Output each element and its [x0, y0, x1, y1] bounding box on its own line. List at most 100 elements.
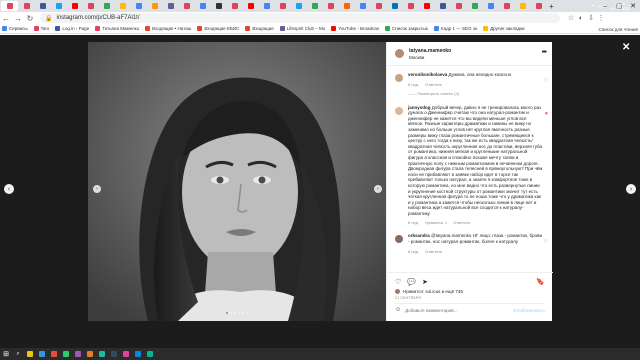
avatar[interactable]	[395, 49, 404, 58]
browser-tab[interactable]	[291, 1, 306, 11]
browser-tab[interactable]	[179, 1, 194, 11]
taskbar-app-icon[interactable]	[24, 348, 36, 360]
bookmark-item[interactable]: Татьяна Мамелко	[95, 26, 139, 31]
comment-username[interactable]: orksandra	[408, 233, 430, 238]
likes-summary[interactable]: Нравится: sol.icus и ещё 745	[395, 289, 545, 294]
taskbar-app-icon[interactable]	[120, 348, 132, 360]
post-location[interactable]: Москва	[409, 55, 451, 60]
browser-tab[interactable]	[451, 1, 466, 11]
back-button[interactable]: ←	[0, 12, 12, 24]
likes-text[interactable]: Нравится: sol.icus и ещё 745	[403, 289, 463, 294]
browser-tab[interactable]	[1, 1, 18, 11]
menu-icon[interactable]: ⋮	[596, 13, 606, 23]
browser-tab[interactable]	[387, 1, 402, 11]
reply-button[interactable]: Ответить	[425, 82, 442, 87]
comment-time[interactable]: 8 нед.	[408, 220, 419, 225]
browser-tab[interactable]	[131, 1, 146, 11]
bookmark-item[interactable]: Taro	[33, 26, 49, 31]
like-icon[interactable]: ♡	[395, 278, 401, 286]
browser-tab[interactable]	[99, 1, 114, 11]
avatar[interactable]	[395, 106, 403, 115]
bookmark-item[interactable]: Список закрытых	[385, 26, 428, 31]
browser-tab[interactable]	[211, 1, 226, 11]
heart-icon[interactable]: ♡	[544, 78, 548, 84]
browser-tab[interactable]	[515, 1, 530, 11]
star-icon[interactable]: ☆	[566, 13, 576, 23]
browser-tab[interactable]	[483, 1, 498, 11]
browser-tab[interactable]	[51, 1, 66, 11]
browser-tab[interactable]	[35, 1, 50, 11]
heart-icon[interactable]: ♥	[545, 111, 548, 117]
browser-tab[interactable]	[115, 1, 130, 11]
browser-tab[interactable]	[163, 1, 178, 11]
search-icon[interactable]: ⌕	[12, 351, 24, 358]
taskbar-app-icon[interactable]	[84, 348, 96, 360]
heart-icon[interactable]: ♡	[544, 239, 548, 245]
browser-tab[interactable]	[67, 1, 82, 11]
photo-next-button[interactable]: ›	[374, 185, 382, 193]
comment-username[interactable]: veronikonikolaeva	[408, 72, 447, 77]
comment-input[interactable]	[405, 307, 513, 313]
taskbar-app-icon[interactable]	[36, 348, 48, 360]
browser-tab[interactable]	[339, 1, 354, 11]
taskbar-app-icon[interactable]	[48, 348, 60, 360]
bookmark-item[interactable]: Входящие	[245, 26, 274, 31]
bookmark-item[interactable]: Входящие ЕБИС	[197, 26, 239, 31]
new-tab-button[interactable]: +	[549, 2, 554, 11]
download-icon[interactable]: ⇩	[586, 13, 596, 23]
emoji-icon[interactable]: ☺	[395, 307, 401, 313]
browser-tab[interactable]	[531, 1, 546, 11]
browser-tab[interactable]	[435, 1, 450, 11]
browser-tab[interactable]	[355, 1, 370, 11]
browser-tab[interactable]	[371, 1, 386, 11]
comment-username[interactable]: jannysdog	[408, 105, 431, 110]
browser-tab[interactable]	[419, 1, 434, 11]
bookmark-icon[interactable]: 🔖	[536, 278, 545, 286]
reply-button[interactable]: Ответить	[425, 249, 442, 254]
volume-icon[interactable]: ◖	[591, 3, 594, 9]
bookmark-item[interactable]: Сервисы	[2, 26, 28, 31]
browser-tab[interactable]	[259, 1, 274, 11]
browser-tab[interactable]	[195, 1, 210, 11]
bookmark-item[interactable]: Log in › Page	[55, 26, 89, 31]
browser-tab[interactable]	[83, 1, 98, 11]
publish-button[interactable]: Опубликовать	[513, 308, 545, 313]
close-icon[interactable]: ✕	[622, 42, 630, 53]
next-post-button[interactable]: ›	[626, 184, 636, 194]
browser-tab[interactable]	[403, 1, 418, 11]
post-username[interactable]: tatyana.mamenko	[409, 48, 451, 54]
browser-tab[interactable]	[307, 1, 322, 11]
reply-button[interactable]: Ответить	[453, 220, 470, 225]
bookmark-item[interactable]: Другие закладки	[483, 26, 525, 31]
reading-list-button[interactable]: Список для чтения	[599, 24, 638, 33]
network-icon[interactable]: ◔	[584, 3, 587, 9]
view-replies-button[interactable]: —— Посмотреть ответы (4)	[408, 91, 543, 96]
browser-tab[interactable]	[19, 1, 34, 11]
comment-icon[interactable]: 💬	[407, 278, 416, 286]
prev-post-button[interactable]: ‹	[4, 184, 14, 194]
bookmark-item[interactable]: Кадр 1 — SEO эк	[434, 26, 477, 31]
clock[interactable]: 21:26 09.11.2021	[610, 1, 630, 11]
browser-tab[interactable]	[467, 1, 482, 11]
comment-time[interactable]: 8 нед.	[408, 249, 419, 254]
extension-icon[interactable]: ◐	[576, 13, 586, 23]
language-indicator[interactable]: РУС	[598, 4, 606, 9]
comment-time[interactable]: 8 нед.	[408, 82, 419, 87]
taskbar-app-icon[interactable]	[72, 348, 84, 360]
browser-tab[interactable]	[323, 1, 338, 11]
comment-likes[interactable]: Нравится: 1	[425, 220, 447, 225]
avatar[interactable]	[395, 235, 403, 244]
forward-button[interactable]: →	[12, 12, 24, 24]
taskbar-app-icon[interactable]	[60, 348, 72, 360]
bookmark-item[interactable]: YouTube - Broadcas	[331, 26, 379, 31]
photo-prev-button[interactable]: ‹	[93, 185, 101, 193]
bookmark-item[interactable]: Входящие • Наташ	[145, 26, 191, 31]
browser-tab[interactable]	[499, 1, 514, 11]
reload-button[interactable]: ↻	[24, 12, 36, 24]
more-options-icon[interactable]: •••	[542, 49, 547, 56]
browser-tab[interactable]	[227, 1, 242, 11]
share-icon[interactable]: ➤	[422, 278, 428, 286]
taskbar-app-icon[interactable]	[96, 348, 108, 360]
taskbar-app-icon[interactable]	[144, 348, 156, 360]
bookmark-item[interactable]: Lifespirit Club – Мо	[279, 26, 325, 31]
